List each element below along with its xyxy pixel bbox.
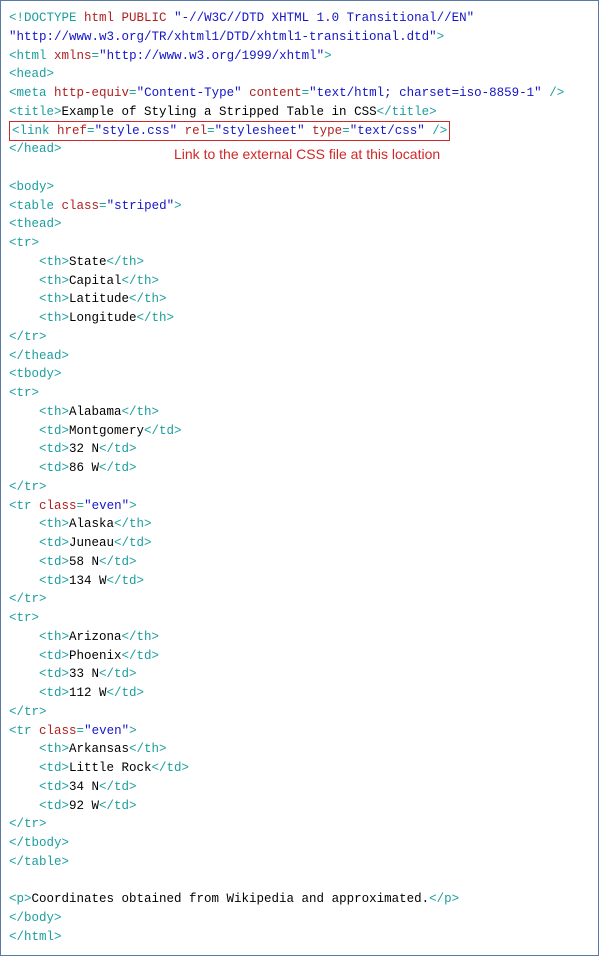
annotation-text: Link to the external CSS file at this lo… [174,144,440,165]
highlighted-link-tag: <link href="style.css" rel="stylesheet" … [9,121,450,142]
code-block: <!DOCTYPE html PUBLIC "-//W3C//DTD XHTML… [9,9,590,947]
